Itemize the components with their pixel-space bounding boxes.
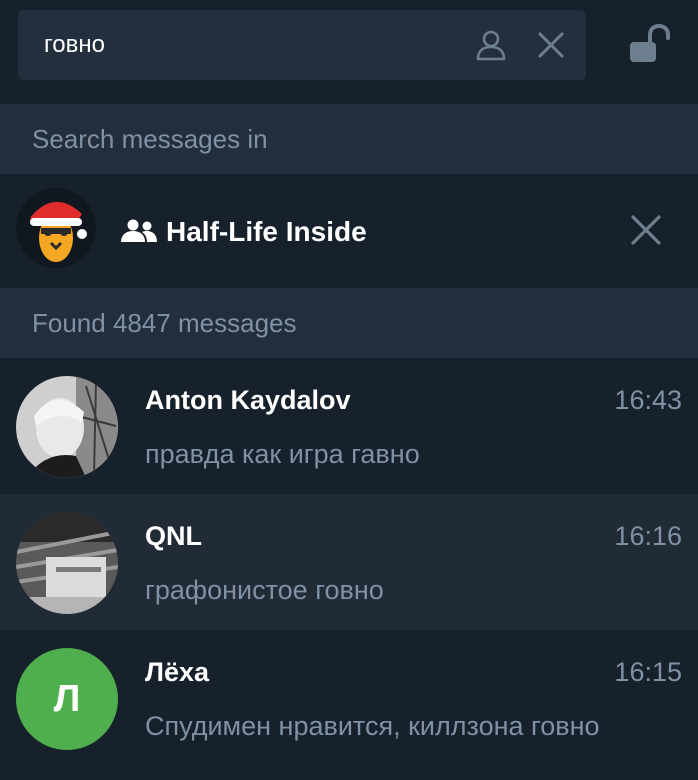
group-icon <box>121 219 157 242</box>
avatar: Л <box>16 648 118 750</box>
avatar <box>16 512 118 614</box>
search-result-item[interactable]: Anton Kaydalov 16:43 правда как игра гав… <box>0 358 698 494</box>
person-icon[interactable] <box>474 28 508 62</box>
chat-title: Half-Life Inside <box>166 216 367 247</box>
message-snippet: правда как игра гавно <box>145 439 420 469</box>
message-snippet: Спудимен нравится, киллзона говно <box>145 711 600 741</box>
message-snippet: графонистое говно <box>145 575 384 605</box>
sender-name: Лёха <box>145 657 209 687</box>
search-in-header: Search messages in <box>0 104 698 174</box>
search-result-item[interactable]: Л Лёха 16:15 Спудимен нравится, киллзона… <box>0 630 698 766</box>
search-bar <box>0 0 698 100</box>
search-field[interactable] <box>18 10 586 80</box>
sender-name: Anton Kaydalov <box>145 385 351 415</box>
sender-name: QNL <box>145 521 202 551</box>
search-input[interactable] <box>44 10 464 80</box>
close-icon[interactable] <box>536 30 566 60</box>
search-result-item[interactable]: QNL 16:16 графонистое говно <box>0 494 698 630</box>
close-icon[interactable] <box>628 212 664 248</box>
chat-avatar <box>16 188 96 268</box>
message-time: 16:16 <box>614 521 682 551</box>
message-time: 16:43 <box>614 385 682 415</box>
message-time: 16:15 <box>614 657 682 687</box>
avatar <box>16 376 118 478</box>
results-count-header: Found 4847 messages <box>0 288 698 358</box>
unlock-icon[interactable] <box>626 22 670 66</box>
